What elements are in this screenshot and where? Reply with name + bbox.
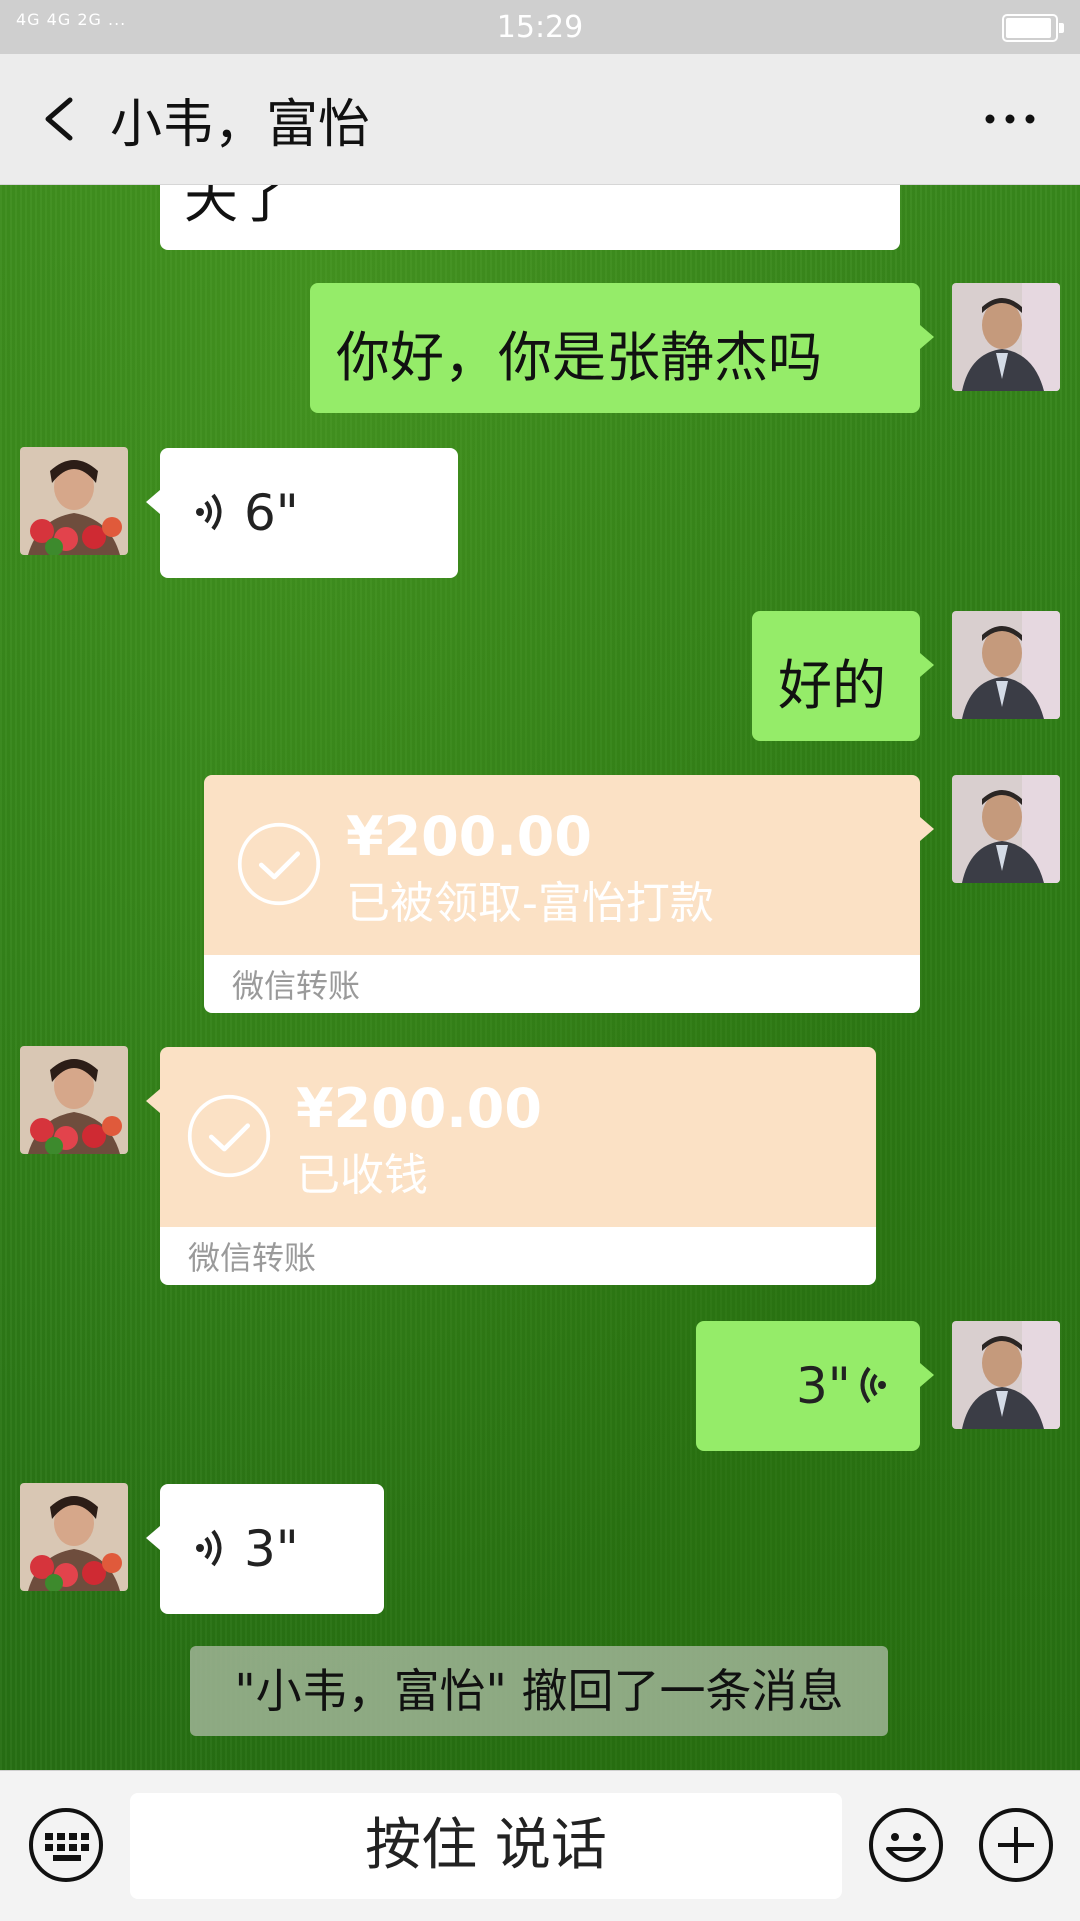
status-time: 15:29 <box>496 10 584 45</box>
message-text: 你好，你是张静杰吗 <box>336 326 822 389</box>
voice-message-incoming[interactable]: 3" <box>146 1484 384 1614</box>
voice-duration: 3" <box>244 1520 299 1578</box>
transfer-amount: ¥200.00 <box>296 1077 542 1140</box>
transfer-status: 已被领取-富怡打款 <box>346 878 714 929</box>
back-arrow-icon[interactable] <box>30 84 86 154</box>
transfer-card-incoming[interactable]: ¥200.00 已收钱 微信转账 <box>146 1047 876 1285</box>
status-bar: 4G 4G 2G ... 15:29 <box>0 0 1080 54</box>
avatar-contact[interactable] <box>20 447 128 555</box>
transfer-amount: ¥200.00 <box>346 805 592 868</box>
avatar-self[interactable] <box>952 1321 1060 1429</box>
voice-message-outgoing[interactable]: 3" <box>696 1321 934 1451</box>
input-bar: 按住 说话 <box>0 1770 1080 1921</box>
chat-header: 小韦，富怡 <box>0 54 1080 185</box>
transfer-card-outgoing[interactable]: ¥200.00 已被领取-富怡打款 微信转账 <box>204 775 934 1013</box>
check-circle-icon <box>187 1094 271 1178</box>
message-bubble-fragment[interactable]: 天了 <box>160 184 900 250</box>
chat-title: 小韦，富怡 <box>110 95 371 155</box>
voice-duration: 6" <box>244 484 299 542</box>
voice-wave-icon <box>196 1529 222 1567</box>
recall-notice: "小韦，富怡" 撤回了一条消息 <box>190 1646 888 1736</box>
avatar-self[interactable] <box>952 283 1060 391</box>
message-list[interactable]: 天了 你好，你是张静杰吗 6" 好的 ¥200.00 已被领取-富怡打款 微信转… <box>0 184 1080 1770</box>
voice-message-incoming[interactable]: 6" <box>146 448 458 578</box>
avatar-self[interactable] <box>952 775 1060 883</box>
check-circle-icon <box>237 822 321 906</box>
plus-icon[interactable] <box>978 1807 1054 1883</box>
hold-to-talk-button[interactable]: 按住 说话 <box>130 1793 842 1899</box>
more-icon[interactable] <box>980 99 1040 139</box>
voice-wave-icon <box>860 1366 886 1404</box>
voice-duration: 3" <box>796 1357 851 1415</box>
message-bubble-outgoing[interactable]: 你好，你是张静杰吗 <box>310 283 934 413</box>
avatar-contact[interactable] <box>20 1046 128 1154</box>
message-text: 好的 <box>778 654 886 717</box>
message-bubble-outgoing[interactable]: 好的 <box>752 611 934 741</box>
avatar-self[interactable] <box>952 611 1060 719</box>
transfer-status: 已收钱 <box>296 1150 428 1201</box>
message-text: 天了 <box>184 184 292 230</box>
voice-wave-icon <box>196 493 222 531</box>
keyboard-icon[interactable] <box>28 1807 104 1883</box>
avatar-contact[interactable] <box>20 1483 128 1591</box>
emoji-icon[interactable] <box>868 1807 944 1883</box>
transfer-label: 微信转账 <box>188 1239 317 1277</box>
transfer-label: 微信转账 <box>232 967 361 1005</box>
battery-icon <box>1002 14 1064 42</box>
